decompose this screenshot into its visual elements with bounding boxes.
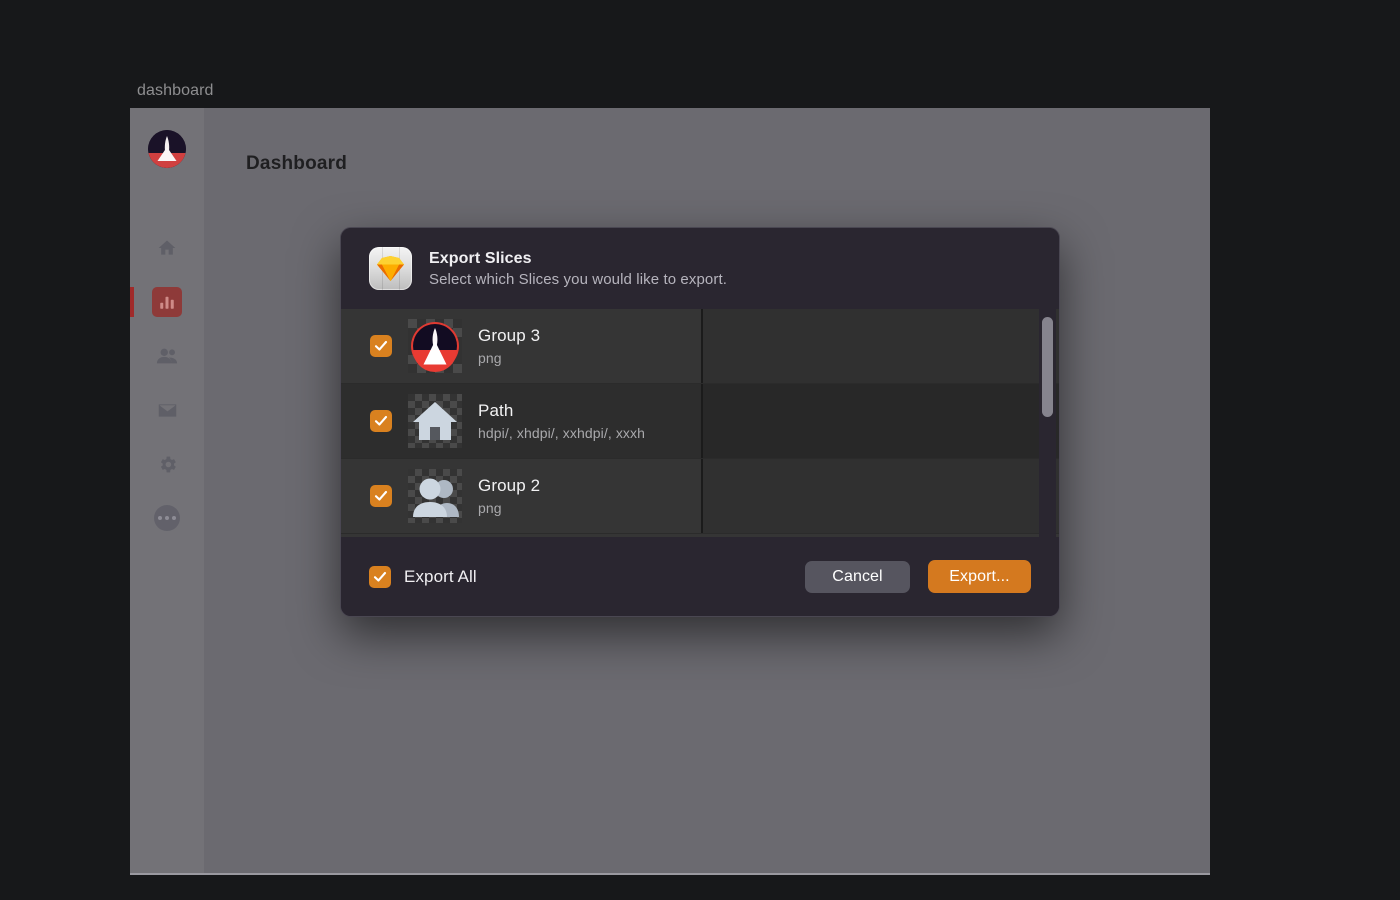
- export-all-label: Export All: [404, 566, 477, 586]
- sketch-diamond-icon: [377, 256, 404, 281]
- slice-meta: Path hdpi/, xhdpi/, xxhdpi/, xxxh: [478, 401, 645, 441]
- cancel-button[interactable]: Cancel: [805, 560, 910, 593]
- export-all-row[interactable]: Export All: [369, 565, 477, 588]
- window-title: dashboard: [137, 82, 214, 99]
- table-row[interactable]: Group 3 png: [341, 309, 1059, 384]
- sidebar-item-more[interactable]: [130, 491, 204, 545]
- checkmark-icon: [374, 490, 388, 501]
- sidebar-nav: [130, 221, 204, 545]
- column-divider: [701, 309, 703, 383]
- home-icon: [158, 240, 176, 255]
- column-divider: [701, 459, 703, 533]
- slice-meta: Group 2 png: [478, 476, 540, 516]
- slice-formats: hdpi/, xhdpi/, xxhdpi/, xxxh: [478, 425, 645, 441]
- chart-bar-icon-box: [152, 287, 182, 317]
- dot: [165, 516, 169, 520]
- sidebar-item-analytics[interactable]: [130, 275, 204, 329]
- slice-name: Group 3: [478, 326, 541, 345]
- mail-icon-box: [152, 395, 182, 425]
- checkmark-icon: [373, 571, 387, 582]
- slice-thumbnail: [408, 319, 462, 373]
- dot: [172, 516, 176, 520]
- export-slices-dialog: Export Slices Select which Slices you wo…: [340, 227, 1060, 617]
- screen-root: dashboard Dashboard Export Slices Select…: [0, 0, 1400, 900]
- sidebar-item-settings[interactable]: [130, 437, 204, 491]
- app-logo-avatar-icon: [148, 130, 186, 168]
- people-icon: [156, 348, 178, 364]
- sidebar-item-mail[interactable]: [130, 383, 204, 437]
- slice-formats: png: [478, 350, 502, 366]
- checkmark-icon: [374, 340, 388, 351]
- checkmark-icon: [374, 415, 388, 426]
- slice-checkbox[interactable]: [370, 485, 392, 507]
- table-row[interactable]: Path hdpi/, xhdpi/, xxhdpi/, xxxh: [341, 384, 1059, 459]
- slice-formats: png: [478, 500, 502, 516]
- export-all-checkbox[interactable]: [369, 565, 391, 588]
- row-right-pane: [703, 384, 1059, 458]
- rocket-logo-thumbnail-icon: [408, 319, 462, 373]
- mail-icon: [158, 403, 176, 417]
- people-icon-box: [152, 341, 182, 371]
- gear-icon-box: [152, 449, 182, 479]
- slice-name: Group 2: [478, 476, 541, 495]
- slice-thumbnail: [408, 394, 462, 448]
- avatar[interactable]: [148, 130, 186, 168]
- dialog-subtitle: Select which Slices you would like to ex…: [429, 270, 727, 288]
- chart-bar-icon: [160, 296, 174, 309]
- slice-list: Group 3 png Path hdpi/, xhdpi/, xxhdpi/,…: [341, 309, 1059, 538]
- slice-checkbox[interactable]: [370, 410, 392, 432]
- slice-checkbox[interactable]: [370, 335, 392, 357]
- export-button[interactable]: Export...: [928, 560, 1031, 593]
- dialog-header-text: Export Slices Select which Slices you wo…: [429, 250, 727, 288]
- dialog-title: Export Slices: [429, 249, 532, 267]
- house-icon-thumbnail-icon: [413, 402, 457, 440]
- people-icon-thumbnail-icon: [413, 478, 459, 517]
- sidebar: [130, 108, 204, 873]
- table-row[interactable]: Group 2 png: [341, 459, 1059, 534]
- footer-buttons: Cancel Export...: [805, 560, 1031, 593]
- sidebar-item-home[interactable]: [130, 221, 204, 275]
- sketch-app-icon: [369, 247, 412, 290]
- more-dots-icon: [154, 505, 180, 531]
- home-icon-box: [152, 233, 182, 263]
- column-divider: [701, 384, 703, 458]
- list-scrollbar[interactable]: [1039, 309, 1056, 538]
- gear-icon: [160, 456, 176, 472]
- slice-name: Path: [478, 401, 514, 420]
- row-right-pane: [703, 459, 1059, 533]
- dialog-footer: Export All Cancel Export...: [341, 537, 1059, 616]
- slice-thumbnail: [408, 469, 462, 523]
- sidebar-item-users[interactable]: [130, 329, 204, 383]
- dialog-header: Export Slices Select which Slices you wo…: [341, 228, 1059, 309]
- slice-meta: Group 3 png: [478, 326, 540, 366]
- row-right-pane: [703, 309, 1059, 383]
- dot: [158, 516, 162, 520]
- scrollbar-thumb[interactable]: [1042, 317, 1053, 417]
- page-title: Dashboard: [246, 153, 348, 174]
